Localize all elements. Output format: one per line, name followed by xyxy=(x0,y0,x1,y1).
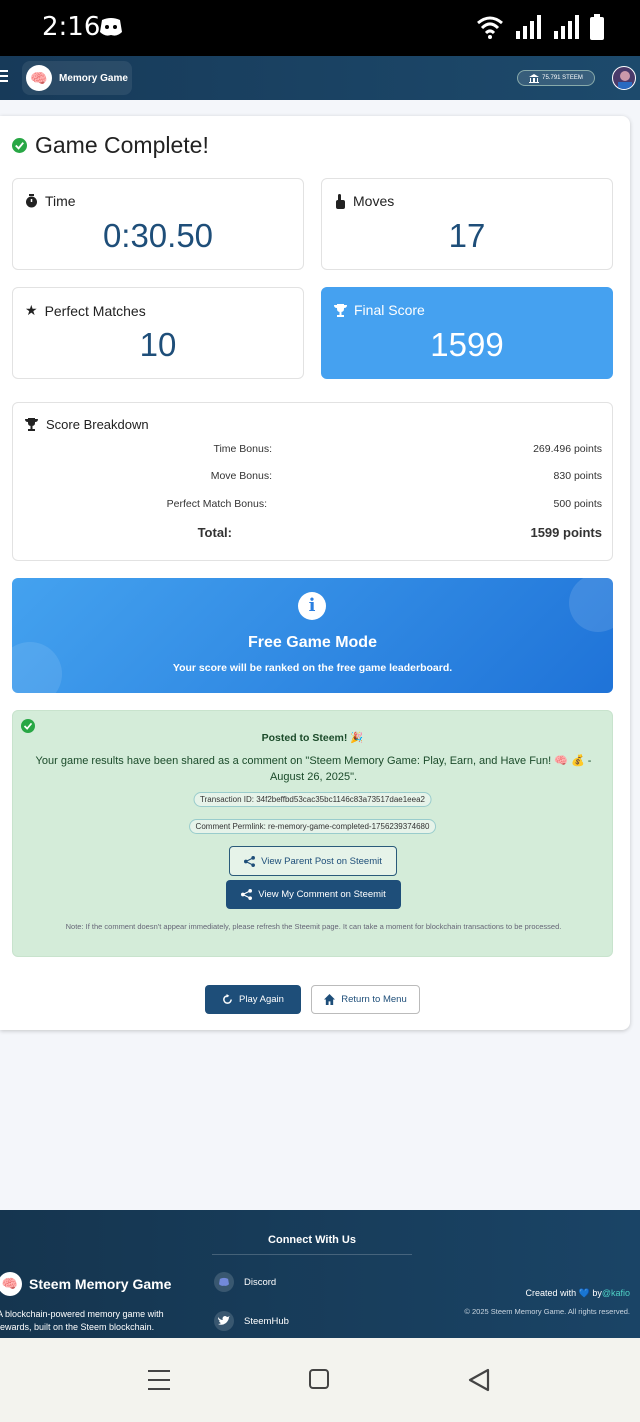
footer-brand-name: Steem Memory Game xyxy=(29,1276,172,1292)
footer-description: A blockchain-powered memory game with re… xyxy=(0,1309,164,1332)
clock: 2:16 xyxy=(42,12,101,42)
signal-icon xyxy=(516,15,541,39)
time-value: 0:30.50 xyxy=(102,217,214,254)
return-to-menu-button[interactable]: Return to Menu xyxy=(311,985,420,1014)
star-icon: ★ xyxy=(25,302,38,318)
footer-brand: 🧠 Steem Memory Game xyxy=(0,1272,171,1296)
created-by-credit: Created with 💙 by@kafio xyxy=(526,1288,630,1299)
bank-icon xyxy=(529,73,540,83)
perfect-matches-value: 10 xyxy=(139,326,177,363)
home-button-icon[interactable] xyxy=(309,1369,329,1389)
discord-icon xyxy=(214,1272,234,1292)
final-score-label: Final Score xyxy=(354,302,425,318)
title-row: Game Complete! xyxy=(12,132,209,159)
balance-amount: 75.791 STEEM xyxy=(542,75,583,81)
total-value: 1599 points xyxy=(530,525,602,540)
total-label: Total: xyxy=(197,525,232,540)
discord-notification-icon xyxy=(100,18,122,36)
breakdown-value: 500 points xyxy=(553,498,602,510)
moves-stat-card: Moves 17 xyxy=(321,178,613,270)
free-mode-title: Free Game Mode xyxy=(248,634,377,651)
steemhub-label: SteemHub xyxy=(244,1315,289,1327)
navbar: 🧠 Memory Game 75.791 STEEM xyxy=(0,56,640,100)
final-score-stat-card: Final Score 1599 xyxy=(321,287,613,379)
play-again-label: Play Again xyxy=(239,994,284,1005)
transaction-id: Transaction ID: 34f2beffbd53cac35bc1146c… xyxy=(193,792,432,807)
breakdown-label: Move Bonus: xyxy=(210,470,272,482)
posted-note: Note: If the comment doesn't appear imme… xyxy=(65,922,562,931)
final-score-value: 1599 xyxy=(430,326,504,363)
discord-link[interactable]: Discord xyxy=(214,1272,276,1292)
breakdown-value: 269.496 points xyxy=(533,443,602,455)
view-parent-post-button[interactable]: View Parent Post on Steemit xyxy=(229,846,397,876)
free-mode-subtitle: Your score will be ranked on the free ga… xyxy=(172,662,453,674)
footer: 🧠 Steem Memory Game A blockchain-powered… xyxy=(0,1210,640,1338)
breakdown-label: Perfect Match Bonus: xyxy=(166,498,267,510)
moves-label: Moves xyxy=(353,193,395,209)
heart-icon: 💙 xyxy=(578,1288,590,1298)
signal-icon-2 xyxy=(554,15,579,39)
trophy-icon xyxy=(334,303,347,317)
system-nav-bar xyxy=(0,1338,640,1422)
trophy-icon xyxy=(25,418,38,431)
back-icon[interactable] xyxy=(468,1368,490,1392)
refresh-icon xyxy=(223,994,232,1004)
copyright: © 2025 Steem Memory Game. All rights res… xyxy=(464,1307,630,1316)
brain-logo-icon: 🧠 xyxy=(0,1272,22,1296)
decorative-circle xyxy=(569,578,613,632)
steemhub-link[interactable]: SteemHub xyxy=(214,1311,289,1331)
comment-permlink: Comment Permlink: re-memory-game-complet… xyxy=(188,819,437,834)
posted-to-steem-panel: Posted to Steem! 🎉 Your game results hav… xyxy=(12,710,613,957)
breakdown-title: Score Breakdown xyxy=(46,417,149,432)
recent-apps-icon[interactable] xyxy=(148,1370,170,1397)
breakdown-value: 830 points xyxy=(553,470,602,482)
battery-icon xyxy=(590,14,604,40)
perfect-matches-stat-card: ★ Perfect Matches 10 xyxy=(12,287,304,379)
app-title: Memory Game xyxy=(59,72,128,84)
discord-label: Discord xyxy=(244,1276,277,1288)
time-stat-card: Time 0:30.50 xyxy=(12,178,304,270)
connect-heading: Connect With Us xyxy=(212,1234,412,1255)
posted-message: Your game results have been shared as a … xyxy=(35,755,592,783)
home-icon xyxy=(324,994,336,1005)
perfect-matches-label: Perfect Matches xyxy=(44,302,146,319)
info-icon: i xyxy=(298,592,326,620)
time-label: Time xyxy=(45,193,76,209)
return-menu-label: Return to Menu xyxy=(341,994,407,1005)
share-icon xyxy=(241,889,253,900)
moves-value: 17 xyxy=(448,217,486,254)
stopwatch-icon xyxy=(26,194,37,208)
pointer-hand-icon xyxy=(336,193,345,209)
brain-logo-icon: 🧠 xyxy=(26,65,52,91)
view-parent-label: View Parent Post on Steemit xyxy=(261,855,382,867)
view-my-comment-button[interactable]: View My Comment on Steemit xyxy=(226,880,401,909)
breakdown-label: Time Bonus: xyxy=(213,443,272,455)
results-card: Game Complete! Time 0:30.50 Moves 17 ★ Pe… xyxy=(0,116,630,1030)
score-breakdown: Score Breakdown Time Bonus: 269.496 point… xyxy=(12,402,613,561)
created-prefix: Created with xyxy=(525,1288,577,1298)
free-mode-banner: i Free Game Mode Your score will be rank… xyxy=(12,578,613,693)
status-bar: 2:16 xyxy=(0,0,640,56)
brand-link[interactable]: 🧠 Memory Game xyxy=(22,61,132,95)
menu-icon[interactable] xyxy=(0,70,8,85)
author-link[interactable]: @kafio xyxy=(602,1288,630,1298)
check-circle-icon xyxy=(12,138,27,153)
page-title: Game Complete! xyxy=(35,132,209,158)
posted-title: Posted to Steem! 🎉 xyxy=(261,732,364,744)
share-icon xyxy=(244,855,256,867)
created-by: by xyxy=(592,1288,602,1298)
view-comment-label: View My Comment on Steemit xyxy=(258,889,386,900)
play-again-button[interactable]: Play Again xyxy=(205,985,301,1014)
user-avatar[interactable] xyxy=(612,66,636,90)
balance-badge[interactable]: 75.791 STEEM xyxy=(517,70,595,86)
twitter-icon xyxy=(214,1311,234,1331)
wifi-icon xyxy=(477,16,503,39)
